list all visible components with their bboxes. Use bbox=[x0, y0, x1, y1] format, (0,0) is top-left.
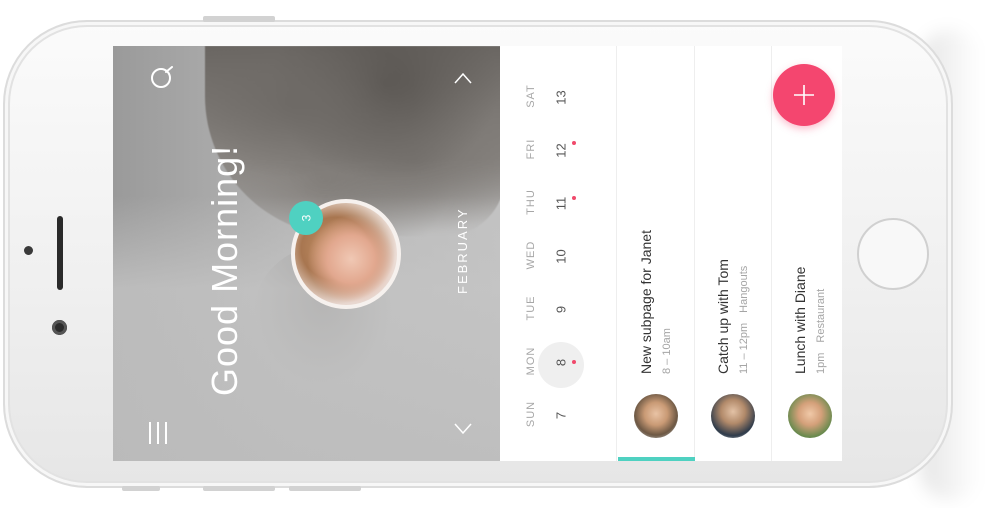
event-card[interactable]: New subpage for Janet 8 – 10am bbox=[618, 46, 695, 461]
hero-panel: Good Morning! FEBRUARY 3 bbox=[113, 46, 500, 461]
event-avatar bbox=[711, 394, 755, 438]
event-dot bbox=[572, 196, 576, 200]
app-screen: Good Morning! FEBRUARY 3 SUN 7 MON 8 TUE… bbox=[113, 46, 842, 461]
menu-icon[interactable] bbox=[147, 421, 171, 445]
day-number: 11 bbox=[553, 196, 569, 211]
day-number: 8 bbox=[553, 358, 569, 367]
event-avatar bbox=[788, 394, 832, 438]
event-time: 11 – 12pm bbox=[738, 322, 750, 374]
greeting-text: Good Morning! bbox=[204, 144, 245, 396]
day-of-week: SUN bbox=[525, 400, 537, 428]
notification-count: 3 bbox=[299, 214, 313, 222]
day-number: 10 bbox=[553, 249, 569, 264]
week-calendar: SUN 7 MON 8 TUE 9 WED 10 THU 11 FRI 12 S… bbox=[500, 46, 617, 461]
home-button[interactable] bbox=[857, 218, 929, 290]
add-event-button[interactable] bbox=[773, 64, 835, 126]
day-of-week: WED bbox=[525, 240, 537, 270]
day-of-week: THU bbox=[525, 189, 537, 215]
event-time: 1pm bbox=[815, 352, 827, 374]
day-of-week: MON bbox=[525, 346, 537, 376]
day-number: 9 bbox=[553, 305, 569, 314]
month-label: FEBRUARY bbox=[455, 207, 470, 294]
earpiece-speaker bbox=[57, 216, 63, 290]
volume-up-button bbox=[203, 486, 275, 491]
day-number: 12 bbox=[553, 143, 569, 158]
event-subtitle: 11 – 12pm Hangouts bbox=[738, 266, 750, 374]
plus-icon bbox=[794, 85, 814, 105]
event-subtitle: 1pm Restaurant bbox=[815, 289, 827, 374]
event-avatar bbox=[634, 394, 678, 438]
day-number: 13 bbox=[553, 90, 569, 105]
front-camera bbox=[52, 320, 67, 335]
search-icon[interactable] bbox=[148, 66, 174, 92]
day-number: 7 bbox=[553, 411, 569, 420]
event-dot bbox=[572, 360, 576, 364]
chevron-up-icon[interactable] bbox=[454, 72, 472, 84]
event-time: 8 – 10am bbox=[661, 328, 673, 374]
mute-switch bbox=[122, 486, 160, 491]
day-of-week: SAT bbox=[525, 84, 537, 108]
day-of-week: FRI bbox=[525, 138, 537, 160]
event-dot bbox=[572, 141, 576, 145]
event-location: Restaurant bbox=[815, 288, 827, 343]
event-title: Catch up with Tom bbox=[715, 259, 731, 374]
event-title: New subpage for Janet bbox=[638, 230, 654, 374]
volume-down-button bbox=[289, 486, 361, 491]
sensor-dot bbox=[24, 246, 33, 255]
notification-badge[interactable]: 3 bbox=[289, 201, 323, 235]
event-title: Lunch with Diane bbox=[792, 266, 808, 374]
active-event-indicator bbox=[618, 457, 695, 461]
event-card[interactable]: Catch up with Tom 11 – 12pm Hangouts bbox=[695, 46, 772, 461]
day-of-week: TUE bbox=[525, 295, 537, 321]
volume-button bbox=[203, 16, 275, 22]
chevron-down-icon[interactable] bbox=[454, 423, 472, 435]
event-location: Hangouts bbox=[738, 265, 750, 313]
